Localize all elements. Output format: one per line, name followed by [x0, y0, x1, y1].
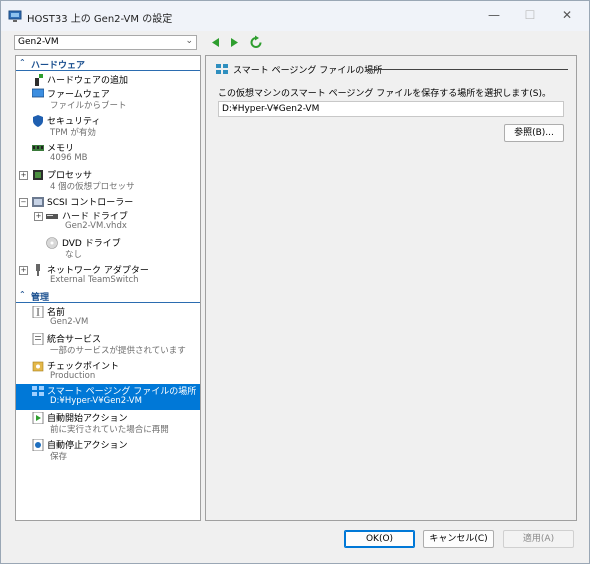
vm-select-value: Gen2-VM	[18, 37, 59, 47]
apply-button[interactable]: 適用(A)	[503, 530, 574, 548]
paging-path-input[interactable]	[218, 101, 564, 117]
smart-paging-icon	[216, 64, 228, 74]
auto-stop-icon	[32, 439, 44, 451]
memory-icon	[32, 145, 44, 151]
expand-icon[interactable]: +	[19, 266, 28, 275]
tree-item-checkpoints[interactable]: チェックポイント Production	[16, 359, 200, 385]
tree-item-scsi-controller[interactable]: − SCSI コントローラー	[16, 195, 200, 208]
add-hardware-icon	[35, 74, 43, 86]
tree-item-memory[interactable]: メモリ 4096 MB	[16, 141, 200, 167]
settings-tree: ⌃ ハードウェア ハードウェアの追加 ファームウェア ファイルからブート セキュ…	[15, 55, 201, 521]
auto-start-icon	[32, 412, 44, 424]
tree-item-auto-start-action[interactable]: 自動開始アクション 前に実行されていた場合に再開	[16, 411, 200, 437]
collapse-icon: ⌃	[19, 290, 26, 299]
maximize-button[interactable]: ☐	[515, 5, 545, 25]
shield-icon	[33, 115, 43, 127]
tree-item-security[interactable]: セキュリティ TPM が有効	[16, 114, 200, 140]
settings-window: HOST33 上の Gen2-VM の設定 — ☐ ✕ Gen2-VM ⌄ ⌃ …	[0, 0, 590, 564]
expand-icon[interactable]: +	[19, 171, 28, 180]
ok-button[interactable]: OK(O)	[344, 530, 415, 548]
tree-item-hard-drive[interactable]: + ハード ドライブ Gen2-VM.vhdx	[16, 209, 200, 235]
smart-paging-icon	[32, 386, 44, 396]
close-button[interactable]: ✕	[552, 5, 582, 25]
scsi-controller-icon	[32, 197, 44, 207]
collapse-icon[interactable]: −	[19, 198, 28, 207]
panel-header: スマート ページング ファイルの場所	[216, 62, 568, 76]
forward-arrow-icon[interactable]	[227, 35, 241, 50]
title-bar: HOST33 上の Gen2-VM の設定 — ☐ ✕	[1, 1, 589, 31]
cancel-button[interactable]: キャンセル(C)	[423, 530, 494, 548]
management-section-header[interactable]: ⌃ 管理	[16, 290, 200, 303]
expand-icon[interactable]: +	[34, 212, 43, 221]
vm-select-dropdown[interactable]: Gen2-VM ⌄	[14, 35, 197, 50]
svg-text:I: I	[36, 309, 40, 319]
tree-item-dvd-drive[interactable]: DVD ドライブ なし	[16, 236, 200, 262]
chevron-down-icon: ⌄	[185, 36, 193, 46]
name-icon: I	[32, 306, 44, 318]
refresh-icon[interactable]	[249, 35, 263, 50]
tree-item-name[interactable]: I 名前 Gen2-VM	[16, 305, 200, 331]
panel-description: この仮想マシンのスマート ページング ファイルを保存する場所を選択します(S)。	[218, 89, 552, 99]
panel-title: スマート ページング ファイルの場所	[233, 66, 383, 76]
details-panel: スマート ページング ファイルの場所 この仮想マシンのスマート ページング ファ…	[205, 55, 577, 521]
checkpoint-icon	[32, 361, 44, 372]
dvd-drive-icon	[46, 237, 58, 249]
tree-item-add-hardware[interactable]: ハードウェアの追加	[16, 73, 200, 86]
tree-item-auto-stop-action[interactable]: 自動停止アクション 保存	[16, 438, 200, 464]
firmware-icon	[32, 88, 44, 98]
hard-drive-icon	[46, 214, 58, 219]
processor-icon	[33, 170, 43, 180]
hardware-section-header[interactable]: ⌃ ハードウェア	[16, 58, 200, 71]
network-adapter-icon	[36, 264, 40, 276]
tree-item-smart-paging[interactable]: スマート ページング ファイルの場所 D:¥Hyper-V¥Gen2-VM	[16, 384, 200, 410]
tree-item-network-adapter[interactable]: + ネットワーク アダプター External TeamSwitch	[16, 263, 200, 289]
collapse-icon: ⌃	[19, 58, 26, 67]
browse-button[interactable]: 参照(B)...	[504, 124, 564, 142]
header-divider	[366, 69, 568, 70]
section-divider	[16, 302, 200, 303]
integration-services-icon	[32, 333, 44, 345]
tree-item-integration-services[interactable]: 統合サービス 一部のサービスが提供されています	[16, 332, 200, 358]
hyper-v-icon	[8, 10, 22, 22]
minimize-button[interactable]: —	[479, 5, 509, 25]
back-arrow-icon[interactable]	[209, 35, 223, 50]
window-title: HOST33 上の Gen2-VM の設定	[27, 14, 173, 25]
tree-item-processor[interactable]: + プロセッサ 4 個の仮想プロセッサ	[16, 168, 200, 194]
tree-item-firmware[interactable]: ファームウェア ファイルからブート	[16, 87, 200, 113]
section-divider	[16, 70, 200, 71]
